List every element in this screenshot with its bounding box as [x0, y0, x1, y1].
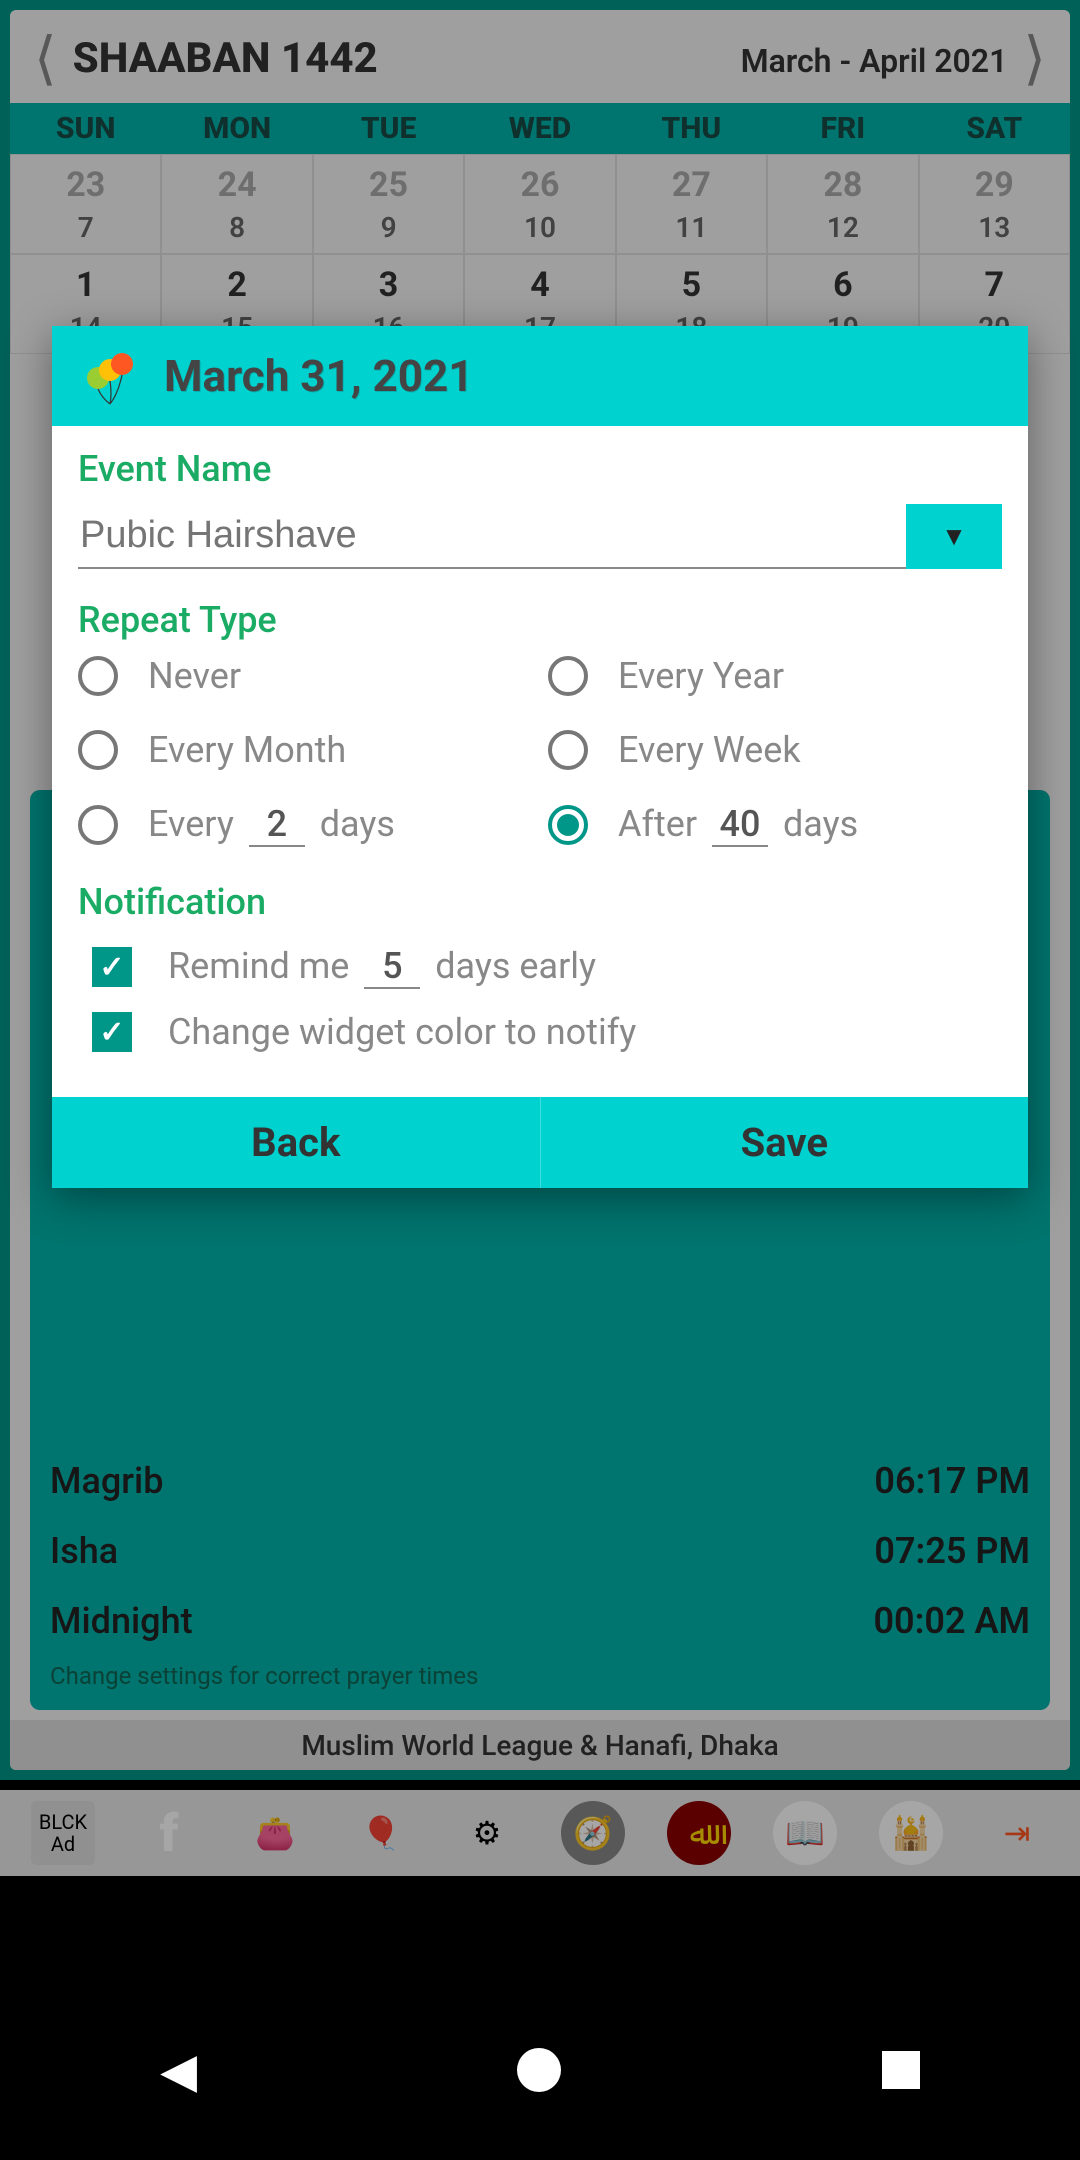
- radio-icon: [78, 805, 118, 845]
- every-n-days-input[interactable]: 2: [249, 803, 305, 847]
- radio-icon: [548, 805, 588, 845]
- repeat-type-label: Repeat Type: [78, 599, 1002, 641]
- repeat-every-n-days-radio[interactable]: Every 2 days: [78, 803, 532, 847]
- checkbox-icon: ✓: [92, 1012, 132, 1052]
- repeat-every-week-radio[interactable]: Every Week: [548, 729, 1002, 771]
- radio-icon: [78, 656, 118, 696]
- repeat-every-month-radio[interactable]: Every Month: [78, 729, 532, 771]
- repeat-every-year-radio[interactable]: Every Year: [548, 655, 1002, 697]
- repeat-never-radio[interactable]: Never: [78, 655, 532, 697]
- android-nav-bar: ◀: [0, 1980, 1080, 2160]
- radio-icon: [548, 656, 588, 696]
- radio-icon: [548, 730, 588, 770]
- widget-color-checkbox[interactable]: ✓ Change widget color to notify: [92, 1011, 988, 1053]
- save-button[interactable]: Save: [541, 1097, 1029, 1188]
- back-button[interactable]: Back: [52, 1097, 541, 1188]
- remind-me-checkbox[interactable]: ✓ Remind me 5 days early: [92, 945, 988, 989]
- radio-icon: [78, 730, 118, 770]
- remind-days-input[interactable]: 5: [364, 945, 420, 989]
- nav-recents-icon[interactable]: [882, 2051, 920, 2089]
- nav-back-icon[interactable]: ◀: [160, 2042, 197, 2099]
- checkbox-icon: ✓: [92, 947, 132, 987]
- event-name-label: Event Name: [78, 448, 1002, 490]
- event-name-input[interactable]: [78, 504, 906, 569]
- after-n-days-input[interactable]: 40: [712, 803, 768, 847]
- event-dialog: March 31, 2021 Event Name ▼ Repeat Type …: [52, 326, 1028, 1188]
- balloons-icon: [80, 346, 140, 406]
- repeat-after-n-days-radio[interactable]: After 40 days: [548, 803, 1002, 847]
- event-dropdown-button[interactable]: ▼: [906, 504, 1002, 569]
- dialog-title: March 31, 2021: [164, 350, 474, 402]
- notification-label: Notification: [78, 881, 1002, 923]
- nav-home-icon[interactable]: [517, 2048, 561, 2092]
